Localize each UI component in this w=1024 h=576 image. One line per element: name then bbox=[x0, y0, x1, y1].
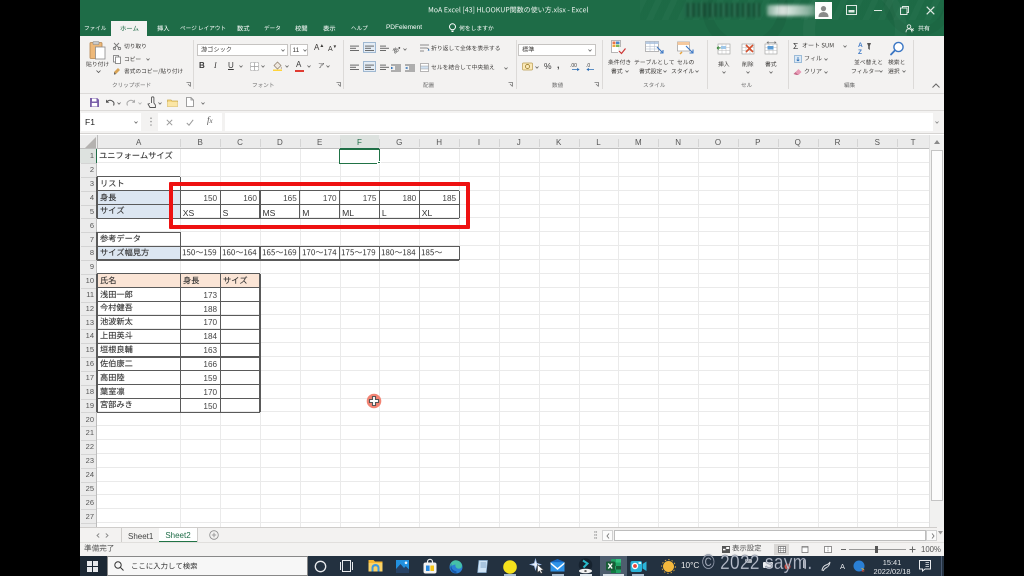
svg-text:A: A bbox=[858, 42, 863, 49]
svg-text:Z: Z bbox=[858, 49, 862, 56]
svg-text:.00: .00 bbox=[570, 63, 577, 69]
svg-text:.0: .0 bbox=[586, 63, 590, 69]
